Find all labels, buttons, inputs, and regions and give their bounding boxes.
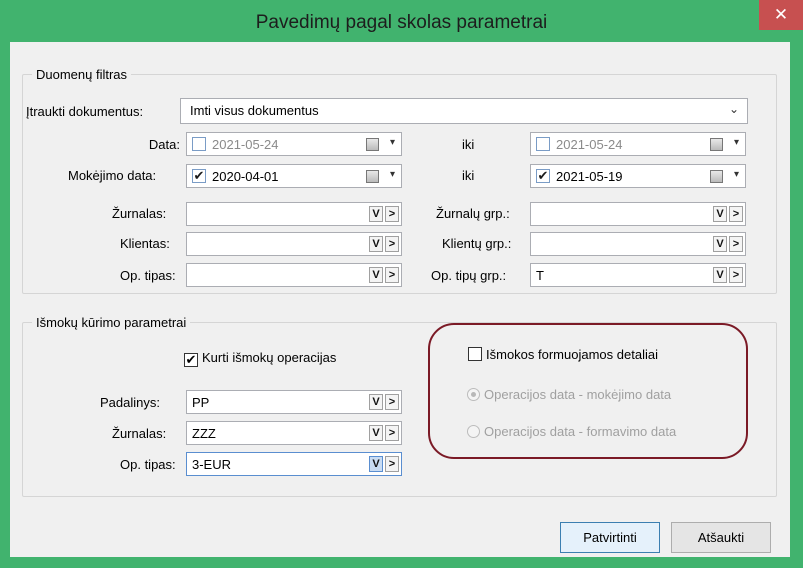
dialog-window: Pavedimų pagal skolas parametrai ✕ Duome… bbox=[0, 0, 803, 568]
radio-formation-date-label: Operacijos data - formavimo data bbox=[484, 424, 677, 439]
payout-params-group-title: Išmokų kūrimo parametrai bbox=[32, 315, 191, 330]
op-type-label: Op. tipas: bbox=[120, 268, 176, 283]
payment-date-to-checkbox[interactable]: ✔ bbox=[536, 169, 550, 183]
data-filter-group-title: Duomenų filtras bbox=[32, 67, 132, 82]
journal-filter-label: Žurnalas: bbox=[112, 206, 167, 221]
include-documents-value: Imti visus dokumentus bbox=[190, 103, 319, 118]
filter-button[interactable]: V bbox=[369, 425, 383, 441]
select-button[interactable]: > bbox=[385, 236, 399, 252]
date-from-picker[interactable]: 2021-05-24 ▾ bbox=[186, 132, 402, 156]
filter-button[interactable]: V bbox=[369, 456, 383, 472]
payout-journal-value: ZZZ bbox=[192, 426, 216, 441]
payment-date-to-picker[interactable]: ✔ 2021-05-19 ▾ bbox=[530, 164, 746, 188]
date-label: Data: bbox=[148, 137, 180, 152]
chevron-down-icon[interactable]: ▾ bbox=[390, 169, 395, 180]
select-button[interactable]: > bbox=[729, 206, 743, 222]
filter-button[interactable]: V bbox=[369, 236, 383, 252]
select-button[interactable]: > bbox=[385, 206, 399, 222]
dialog-body: Duomenų filtras Įtraukti dokumentus: Imt… bbox=[10, 42, 790, 557]
include-documents-label: Įtraukti dokumentus: bbox=[26, 104, 144, 119]
op-type-field[interactable]: V > bbox=[186, 263, 402, 287]
date-to-checkbox[interactable] bbox=[536, 137, 550, 151]
calendar-icon[interactable] bbox=[710, 170, 723, 183]
select-button[interactable]: > bbox=[385, 394, 399, 410]
include-documents-select[interactable]: Imti visus dokumentus ⌄ bbox=[180, 98, 748, 124]
radio-payment-date-row[interactable]: Operacijos data - mokėjimo data bbox=[467, 387, 671, 402]
payout-op-type-label: Op. tipas: bbox=[120, 457, 176, 472]
detailed-payouts-label: Išmokos formuojamos detaliai bbox=[486, 347, 658, 362]
date-to-picker[interactable]: 2021-05-24 ▾ bbox=[530, 132, 746, 156]
filter-button[interactable]: V bbox=[713, 267, 727, 283]
radio-payment-date[interactable] bbox=[467, 388, 480, 401]
op-type-groups-field[interactable]: T V > bbox=[530, 263, 746, 287]
journal-groups-label: Žurnalų grp.: bbox=[436, 206, 510, 221]
select-button[interactable]: > bbox=[385, 267, 399, 283]
select-button[interactable]: > bbox=[385, 425, 399, 441]
journal-groups-field[interactable]: V > bbox=[530, 202, 746, 226]
select-button[interactable]: > bbox=[729, 236, 743, 252]
date-to-label: iki bbox=[462, 137, 475, 152]
radio-formation-date[interactable] bbox=[467, 425, 480, 438]
filter-button[interactable]: V bbox=[713, 206, 727, 222]
cancel-button[interactable]: Atšaukti bbox=[671, 522, 771, 553]
date-from-value: 2021-05-24 bbox=[212, 137, 279, 152]
payout-journal-field[interactable]: ZZZ V > bbox=[186, 421, 402, 445]
calendar-icon[interactable] bbox=[366, 138, 379, 151]
date-to-value: 2021-05-24 bbox=[556, 137, 623, 152]
client-field[interactable]: V > bbox=[186, 232, 402, 256]
create-operations-checkbox[interactable]: ✔ bbox=[184, 353, 198, 367]
division-value: PP bbox=[192, 395, 210, 410]
date-from-checkbox[interactable] bbox=[192, 137, 206, 151]
detailed-payouts-row[interactable]: Išmokos formuojamos detaliai bbox=[468, 347, 658, 362]
op-type-groups-value: T bbox=[536, 268, 544, 283]
confirm-button[interactable]: Patvirtinti bbox=[560, 522, 660, 553]
filter-button[interactable]: V bbox=[713, 236, 727, 252]
select-button[interactable]: > bbox=[385, 456, 399, 472]
chevron-down-icon[interactable]: ▾ bbox=[734, 137, 739, 148]
filter-button[interactable]: V bbox=[369, 206, 383, 222]
client-groups-label: Klientų grp.: bbox=[442, 236, 512, 251]
chevron-down-icon: ⌄ bbox=[728, 102, 739, 116]
filter-button[interactable]: V bbox=[369, 394, 383, 410]
journal-filter-field[interactable]: V > bbox=[186, 202, 402, 226]
title-bar[interactable]: Pavedimų pagal skolas parametrai ✕ bbox=[0, 0, 803, 42]
chevron-down-icon[interactable]: ▾ bbox=[734, 169, 739, 180]
payment-date-from-value: 2020-04-01 bbox=[212, 169, 279, 184]
select-button[interactable]: > bbox=[729, 267, 743, 283]
calendar-icon[interactable] bbox=[710, 138, 723, 151]
payment-date-from-checkbox[interactable]: ✔ bbox=[192, 169, 206, 183]
client-groups-field[interactable]: V > bbox=[530, 232, 746, 256]
client-label: Klientas: bbox=[120, 236, 170, 251]
division-field[interactable]: PP V > bbox=[186, 390, 402, 414]
payout-journal-label: Žurnalas: bbox=[112, 426, 167, 441]
op-type-groups-label: Op. tipų grp.: bbox=[431, 268, 507, 283]
create-operations-label: Kurti išmokų operacijas bbox=[202, 350, 337, 365]
division-label: Padalinys: bbox=[100, 395, 160, 410]
payment-date-to-label: iki bbox=[462, 168, 475, 183]
window-title: Pavedimų pagal skolas parametrai bbox=[255, 12, 548, 33]
payout-op-type-field[interactable]: 3-EUR V > bbox=[186, 452, 402, 476]
payment-date-label: Mokėjimo data: bbox=[68, 168, 157, 183]
payment-date-to-value: 2021-05-19 bbox=[556, 169, 623, 184]
filter-button[interactable]: V bbox=[369, 267, 383, 283]
chevron-down-icon[interactable]: ▾ bbox=[390, 137, 395, 148]
calendar-icon[interactable] bbox=[366, 170, 379, 183]
radio-payment-date-label: Operacijos data - mokėjimo data bbox=[484, 387, 672, 402]
payout-op-type-value: 3-EUR bbox=[192, 457, 232, 472]
payment-date-from-picker[interactable]: ✔ 2020-04-01 ▾ bbox=[186, 164, 402, 188]
create-operations-row[interactable]: ✔ Kurti išmokų operacijas bbox=[184, 350, 336, 367]
detailed-payouts-checkbox[interactable] bbox=[468, 347, 482, 361]
radio-formation-date-row[interactable]: Operacijos data - formavimo data bbox=[467, 424, 676, 439]
close-button[interactable]: ✕ bbox=[759, 0, 803, 30]
